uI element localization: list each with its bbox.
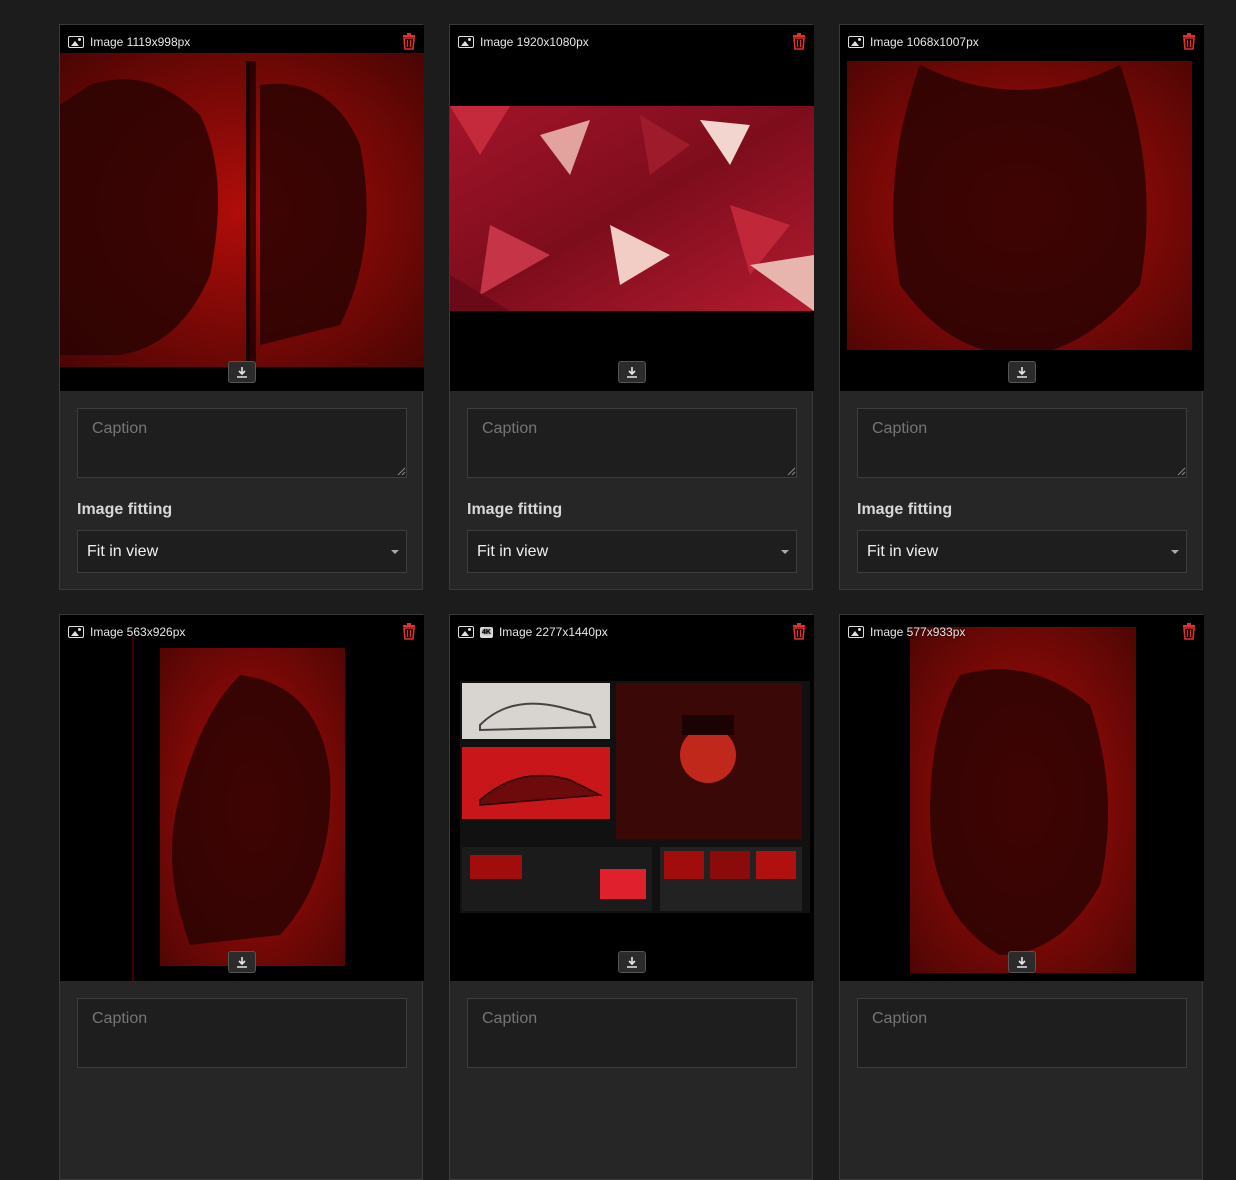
image-fitting-label: Image fitting	[857, 501, 953, 518]
image-preview[interactable]: Image 577x933px	[840, 615, 1204, 981]
download-button[interactable]	[618, 361, 646, 383]
image-title: Image 1119x998px	[90, 35, 191, 49]
caption-field[interactable]	[857, 998, 1187, 1068]
image-content	[132, 635, 345, 981]
image-icon	[458, 36, 474, 48]
image-card: Image 563x926px	[59, 614, 424, 1180]
image-card: 4K Image 2277x1440px	[449, 614, 814, 1180]
image-fitting-value: Fit in view	[87, 542, 159, 560]
image-preview[interactable]: Image 1068x1007px	[840, 25, 1204, 391]
caption-field[interactable]	[467, 408, 797, 478]
image-fitting-select[interactable]: Fit in view	[467, 530, 797, 573]
trash-icon[interactable]	[1182, 623, 1196, 640]
download-icon	[237, 367, 247, 378]
image-title: Image 1920x1080px	[480, 35, 589, 49]
download-icon	[627, 367, 637, 378]
image-fitting-label: Image fitting	[77, 501, 173, 518]
image-fitting-value: Fit in view	[867, 542, 939, 560]
download-icon	[1017, 367, 1027, 378]
download-button[interactable]	[228, 361, 256, 383]
image-card: Image 1068x1007px Image fitting Fit in v…	[839, 24, 1204, 590]
download-icon	[237, 957, 247, 968]
image-content	[60, 53, 424, 371]
resolution-badge: 4K	[480, 626, 493, 638]
image-title: Image 577x933px	[870, 625, 966, 639]
image-content	[460, 681, 810, 913]
download-button[interactable]	[1008, 361, 1036, 383]
chevron-down-icon	[1171, 550, 1179, 554]
image-icon	[848, 626, 864, 638]
image-fitting-select[interactable]: Fit in view	[77, 530, 407, 573]
image-card: Image 1920x1080px Image fitting Fit in v…	[449, 24, 814, 590]
trash-icon[interactable]	[402, 33, 416, 50]
chevron-down-icon	[781, 550, 789, 554]
image-card: Image 1119x998px Image fitting Fit in vi…	[59, 24, 424, 590]
image-fitting-value: Fit in view	[477, 542, 549, 560]
download-button[interactable]	[228, 951, 256, 973]
image-preview[interactable]: Image 1920x1080px	[450, 25, 814, 391]
image-fitting-select[interactable]: Fit in view	[857, 530, 1187, 573]
image-icon	[848, 36, 864, 48]
image-icon	[68, 626, 84, 638]
download-icon	[627, 957, 637, 968]
image-title: Image 563x926px	[90, 625, 186, 639]
image-preview[interactable]: Image 563x926px	[60, 615, 424, 981]
image-preview[interactable]: Image 1119x998px	[60, 25, 424, 391]
image-title: Image 2277x1440px	[498, 625, 608, 639]
download-button[interactable]	[1008, 951, 1036, 973]
image-icon	[458, 626, 474, 638]
caption-field[interactable]	[77, 408, 407, 478]
image-card: Image 577x933px	[839, 614, 1204, 1180]
image-preview[interactable]: 4K Image 2277x1440px	[450, 615, 814, 981]
caption-field[interactable]	[467, 998, 797, 1068]
image-title: Image 1068x1007px	[870, 35, 979, 49]
image-content	[450, 106, 814, 311]
image-fitting-label: Image fitting	[467, 501, 563, 518]
image-content	[840, 61, 1204, 391]
caption-field[interactable]	[77, 998, 407, 1068]
trash-icon[interactable]	[1182, 33, 1196, 50]
image-content	[910, 627, 1136, 973]
chevron-down-icon	[391, 550, 399, 554]
image-icon	[68, 36, 84, 48]
download-icon	[1017, 957, 1027, 968]
caption-field[interactable]	[857, 408, 1187, 478]
trash-icon[interactable]	[792, 623, 806, 640]
trash-icon[interactable]	[792, 33, 806, 50]
download-button[interactable]	[618, 951, 646, 973]
trash-icon[interactable]	[402, 623, 416, 640]
